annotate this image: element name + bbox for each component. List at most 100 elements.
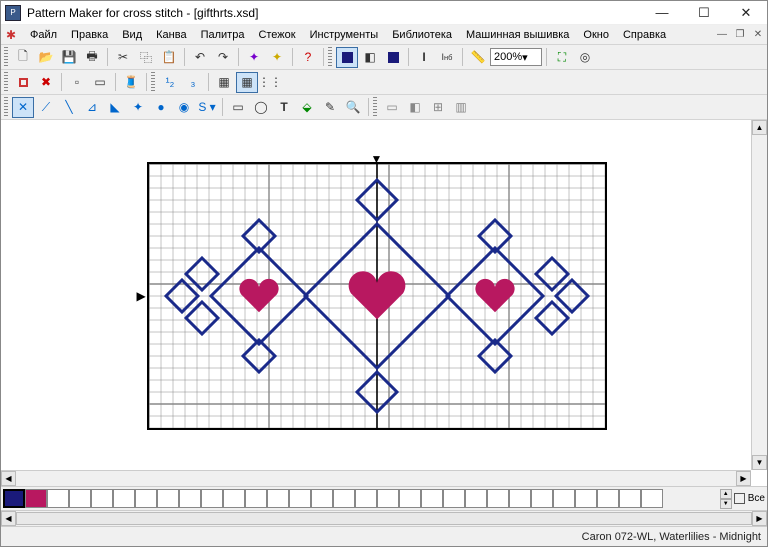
- frame-color-button[interactable]: [12, 72, 34, 93]
- threequarter-tool[interactable]: ◣: [104, 97, 126, 118]
- cut-button[interactable]: ✂: [112, 47, 134, 68]
- close-button[interactable]: ✕: [725, 1, 767, 25]
- canvas[interactable]: ▼ ▶: [2, 121, 751, 470]
- thread-button[interactable]: 🧵: [120, 72, 142, 93]
- grid-dots-button[interactable]: ⋮⋮: [259, 72, 281, 93]
- palette-color-2[interactable]: [25, 489, 47, 508]
- palette-empty[interactable]: [47, 489, 69, 508]
- view-text-button[interactable]: Iнб: [436, 47, 458, 68]
- palette-color-1[interactable]: [3, 489, 25, 508]
- color-sparkle-button[interactable]: ✦: [243, 47, 265, 68]
- palette-empty[interactable]: [465, 489, 487, 508]
- fill-tool[interactable]: ⬙: [296, 97, 318, 118]
- palette-empty[interactable]: [487, 489, 509, 508]
- undo-button[interactable]: ↶: [189, 47, 211, 68]
- palette-empty[interactable]: [641, 489, 663, 508]
- menu-library[interactable]: Библиотека: [385, 27, 459, 43]
- color-star-button[interactable]: ✦: [266, 47, 288, 68]
- nav-2-button[interactable]: ₃: [182, 72, 204, 93]
- palette-empty[interactable]: [443, 489, 465, 508]
- toolbar-grip[interactable]: [4, 47, 8, 67]
- menu-stitch[interactable]: Стежок: [251, 27, 302, 43]
- mdi-close-button[interactable]: ✕: [750, 28, 766, 42]
- maximize-button[interactable]: ☐: [683, 1, 725, 25]
- toolbar-grip[interactable]: [328, 47, 332, 67]
- menu-window[interactable]: Окно: [576, 27, 616, 43]
- palette-hscroll[interactable]: ◀ ▶: [1, 510, 767, 526]
- ruler-button[interactable]: 📏: [467, 47, 489, 68]
- zoom-tool[interactable]: 🔍: [342, 97, 364, 118]
- palette-empty[interactable]: [597, 489, 619, 508]
- palette-empty[interactable]: [179, 489, 201, 508]
- segment-button[interactable]: ▭: [89, 72, 111, 93]
- palette-empty[interactable]: [157, 489, 179, 508]
- scroll-left-button[interactable]: ◀: [1, 471, 16, 486]
- grid-bold-button[interactable]: ▦: [236, 72, 258, 93]
- scroll-left-button[interactable]: ◀: [1, 511, 16, 526]
- bead-tool[interactable]: ◉: [173, 97, 195, 118]
- special-tool[interactable]: S ▾: [196, 97, 218, 118]
- menu-canvas[interactable]: Канва: [149, 27, 193, 43]
- palette-empty[interactable]: [245, 489, 267, 508]
- erase-frame-button[interactable]: ✖: [35, 72, 57, 93]
- menu-edit[interactable]: Правка: [64, 27, 115, 43]
- print-button[interactable]: 🖶: [81, 47, 103, 68]
- save-button[interactable]: 💾: [58, 47, 80, 68]
- paste-button[interactable]: 📋: [158, 47, 180, 68]
- zoom-combo[interactable]: 200%▾: [490, 48, 542, 66]
- palette-empty[interactable]: [223, 489, 245, 508]
- mdi-restore-button[interactable]: ❐: [732, 28, 748, 42]
- palette-empty[interactable]: [135, 489, 157, 508]
- new-button[interactable]: 🗋: [12, 47, 34, 68]
- palette-all-checkbox[interactable]: Все: [734, 493, 765, 504]
- grid-button[interactable]: ▦: [213, 72, 235, 93]
- view-info-button[interactable]: I: [413, 47, 435, 68]
- palette-empty[interactable]: [91, 489, 113, 508]
- menu-machine[interactable]: Машинная вышивка: [459, 27, 576, 43]
- half-stitch-tool[interactable]: ⟋: [35, 97, 57, 118]
- toolbar-grip[interactable]: [151, 72, 155, 92]
- palette-empty[interactable]: [201, 489, 223, 508]
- scroll-up-button[interactable]: ▲: [752, 120, 767, 135]
- french-knot-tool[interactable]: ●: [150, 97, 172, 118]
- petite-tool[interactable]: ✦: [127, 97, 149, 118]
- palette-empty[interactable]: [575, 489, 597, 508]
- backstitch-tool[interactable]: ╲: [58, 97, 80, 118]
- fit-button[interactable]: ⛶: [551, 47, 573, 68]
- toolbar-grip[interactable]: [373, 97, 377, 117]
- palette-empty[interactable]: [619, 489, 641, 508]
- palette-empty[interactable]: [113, 489, 135, 508]
- scroll-right-button[interactable]: ▶: [736, 471, 751, 486]
- layout-2-button[interactable]: ◧: [404, 97, 426, 118]
- palette-empty[interactable]: [553, 489, 575, 508]
- text-tool[interactable]: T: [273, 97, 295, 118]
- redo-button[interactable]: ↷: [212, 47, 234, 68]
- palette-scroll[interactable]: ▲▼: [720, 489, 732, 509]
- nav-1-button[interactable]: ¹₂: [159, 72, 181, 93]
- view-solid-button[interactable]: [382, 47, 404, 68]
- select-lasso-tool[interactable]: ◯: [250, 97, 272, 118]
- palette-empty[interactable]: [333, 489, 355, 508]
- view-stitch-button[interactable]: [336, 47, 358, 68]
- menu-tools[interactable]: Инструменты: [303, 27, 386, 43]
- toolbar-grip[interactable]: [4, 72, 8, 92]
- mdi-minimize-button[interactable]: —: [714, 28, 730, 42]
- layout-3-button[interactable]: ⊞: [427, 97, 449, 118]
- small-square-button[interactable]: ▫: [66, 72, 88, 93]
- copy-button[interactable]: ⿻: [135, 47, 157, 68]
- palette-empty[interactable]: [267, 489, 289, 508]
- scroll-down-button[interactable]: ▼: [752, 455, 767, 470]
- palette-empty[interactable]: [355, 489, 377, 508]
- palette-empty[interactable]: [377, 489, 399, 508]
- toolbar-grip[interactable]: [4, 97, 8, 117]
- open-button[interactable]: 📂: [35, 47, 57, 68]
- scroll-right-button[interactable]: ▶: [752, 511, 767, 526]
- menu-view[interactable]: Вид: [115, 27, 149, 43]
- minimize-button[interactable]: —: [641, 1, 683, 25]
- horizontal-scrollbar[interactable]: ◀ ▶: [1, 470, 751, 486]
- select-rect-tool[interactable]: ▭: [227, 97, 249, 118]
- menu-help[interactable]: Справка: [616, 27, 673, 43]
- quarter-tool[interactable]: ⊿: [81, 97, 103, 118]
- eyedropper-tool[interactable]: ✎: [319, 97, 341, 118]
- menu-palette[interactable]: Палитра: [194, 27, 252, 43]
